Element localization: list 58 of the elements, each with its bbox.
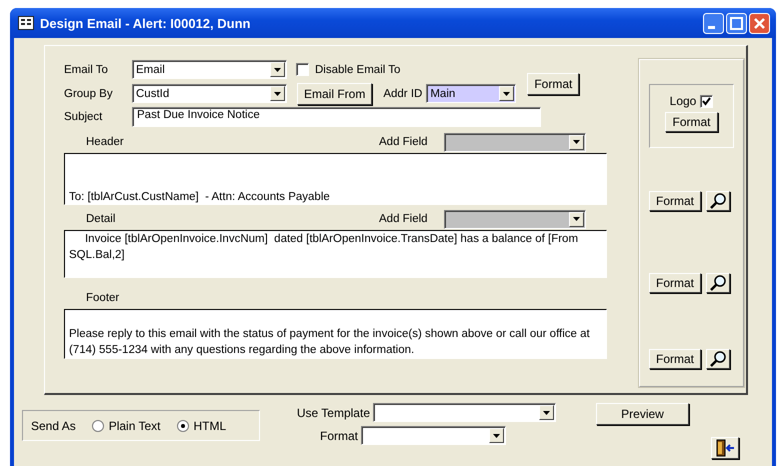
caret-icon bbox=[274, 92, 281, 96]
send-as-label: Send As bbox=[31, 418, 76, 432]
caret-icon bbox=[493, 434, 500, 438]
caret-icon bbox=[274, 68, 281, 72]
addr-id-label: Addr ID bbox=[383, 88, 422, 100]
caret-icon bbox=[503, 92, 510, 96]
zoom-button[interactable] bbox=[706, 191, 730, 211]
exit-door-icon bbox=[715, 439, 735, 457]
use-template-dropdown[interactable] bbox=[373, 403, 556, 422]
group-by-dropdown[interactable]: CustId bbox=[132, 84, 287, 103]
group-by-label: Group By bbox=[64, 88, 114, 100]
logo-format-button[interactable]: Format bbox=[665, 112, 718, 132]
section-format-button[interactable]: Format bbox=[649, 273, 702, 293]
zoom-button[interactable] bbox=[706, 273, 730, 293]
minimize-button[interactable] bbox=[703, 12, 724, 34]
disable-email-checkbox[interactable] bbox=[296, 63, 309, 76]
add-field-dropdown[interactable] bbox=[444, 132, 586, 152]
radio-label: Plain Text bbox=[108, 418, 161, 432]
subject-field[interactable]: Past Due Invoice Notice bbox=[132, 106, 541, 126]
section-label: Detail bbox=[85, 213, 116, 225]
use-template-label: Use Template bbox=[296, 406, 370, 420]
add-field-label: Add Field bbox=[379, 213, 429, 225]
add-field-label: Add Field bbox=[379, 136, 429, 148]
section-format-button[interactable]: Format bbox=[649, 349, 702, 369]
text-area[interactable]: Invoice [tblArOpenInvoice.InvcNum] dated [tblArOpenInvoice.TransDate] has a balance of [From SQL.Bal,2] bbox=[64, 230, 607, 278]
subject-label: Subject bbox=[64, 110, 104, 122]
text-area[interactable]: To: [tblArCust.CustName] - Attn: Accounts Payable bbox=[64, 153, 607, 205]
radio-button[interactable] bbox=[92, 420, 104, 432]
email-to-dropdown[interactable]: Email bbox=[132, 60, 287, 79]
caret-icon bbox=[543, 410, 550, 414]
magnifier-icon bbox=[709, 192, 728, 210]
email-from-button[interactable]: Email From bbox=[297, 82, 372, 104]
template-format-dropdown[interactable] bbox=[361, 426, 506, 445]
magnifier-icon bbox=[709, 350, 728, 368]
radio-label: HTML bbox=[194, 418, 226, 432]
window-title: Design Email - Alert: I00012, Dunn bbox=[40, 16, 252, 30]
addr-id-dropdown[interactable]: Main bbox=[426, 84, 516, 103]
caret-icon bbox=[573, 140, 580, 144]
section-label: Footer bbox=[85, 292, 120, 304]
logo-label: Logo bbox=[670, 94, 696, 108]
email-to-label: Email To bbox=[64, 64, 109, 76]
template-format-label: Format bbox=[320, 428, 358, 442]
form-icon bbox=[18, 16, 34, 30]
exit-button[interactable] bbox=[711, 437, 739, 459]
preview-button[interactable]: Preview bbox=[596, 403, 689, 425]
section-label: Header bbox=[85, 136, 125, 148]
disable-email-label: Disable Email To bbox=[315, 64, 400, 76]
text-area[interactable]: Please reply to this email with the status of payment for the invoice(s) shown above or call our office at (714) 555-1234 with any questions regarding the above information. bbox=[64, 309, 607, 359]
radio-button[interactable] bbox=[176, 420, 189, 432]
close-button[interactable] bbox=[749, 12, 770, 34]
maximize-button[interactable] bbox=[726, 12, 747, 34]
caret-icon bbox=[573, 217, 580, 221]
add-field-dropdown[interactable] bbox=[444, 210, 586, 228]
section-format-button[interactable]: Format bbox=[649, 191, 702, 211]
zoom-button[interactable] bbox=[706, 349, 730, 369]
magnifier-icon bbox=[709, 274, 728, 292]
logo-checkbox[interactable] bbox=[700, 94, 714, 108]
format-button[interactable]: Format bbox=[527, 72, 580, 94]
